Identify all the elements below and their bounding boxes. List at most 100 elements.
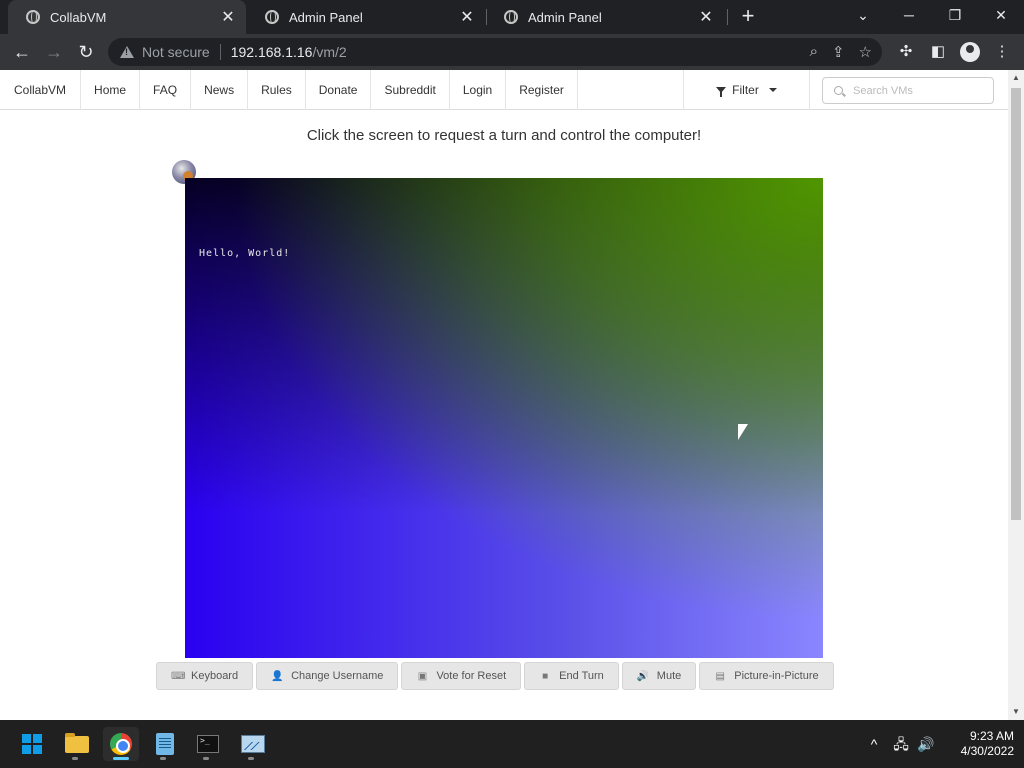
vote-reset-button[interactable]: ▣ Vote for Reset <box>401 662 522 690</box>
notepad-button[interactable] <box>147 727 183 761</box>
pip-label: Picture-in-Picture <box>734 670 819 682</box>
nav-home[interactable]: Home <box>81 70 141 110</box>
folder-icon <box>65 733 89 753</box>
running-indicator <box>203 757 209 760</box>
forward-arrow-icon[interactable]: → <box>42 40 66 64</box>
zoom-icon[interactable]: ⌕ <box>810 43 818 61</box>
mute-button[interactable]: 🔊 Mute <box>621 662 697 690</box>
nav-faq[interactable]: FAQ <box>140 70 192 110</box>
running-indicator <box>160 757 166 760</box>
clock-time: 9:23 AM <box>969 729 1014 743</box>
speaker-icon: 🔊 <box>636 670 650 682</box>
start-button[interactable] <box>14 727 50 761</box>
chrome-icon <box>110 733 132 755</box>
active-indicator <box>113 757 129 760</box>
file-explorer-button[interactable] <box>59 727 95 761</box>
nav-rules[interactable]: Rules <box>248 70 306 110</box>
caret-down-icon <box>768 88 777 92</box>
keyboard-label: Keyboard <box>191 670 239 682</box>
clock-date: 4/30/2022 <box>960 744 1014 758</box>
browser-toolbar: ← → ↻ Not secure 192.168.1.16 /vm/2 ⌕ ⇪ … <box>0 34 1024 70</box>
security-label[interactable]: Not secure <box>142 44 210 60</box>
globe-icon <box>265 10 279 24</box>
search-box[interactable] <box>822 77 994 104</box>
tab-admin-panel-2[interactable]: Admin Panel ✕ <box>486 0 724 34</box>
share-icon[interactable]: ⇪ <box>832 43 845 61</box>
nav-subreddit[interactable]: Subreddit <box>371 70 450 110</box>
globe-icon <box>26 10 40 24</box>
browser-tab-strip: CollabVM ✕ Admin Panel ✕ Admin Panel ✕ +… <box>0 0 1024 34</box>
terminal-button[interactable] <box>190 727 226 761</box>
profile-icon[interactable] <box>958 40 982 64</box>
close-window-icon[interactable]: ✕ <box>978 0 1024 30</box>
vote-reset-label: Vote for Reset <box>436 670 507 682</box>
star-icon[interactable]: ☆ <box>859 43 872 61</box>
network-icon[interactable]: 🖧 <box>891 720 911 768</box>
volume-icon[interactable]: 🔊 <box>916 720 936 768</box>
tab-title: Admin Panel <box>528 9 602 25</box>
filter-icon <box>716 87 727 97</box>
search-input[interactable] <box>853 84 983 97</box>
tab-admin-panel-1[interactable]: Admin Panel ✕ <box>247 0 485 34</box>
terminal-icon <box>197 735 219 753</box>
end-turn-button[interactable]: ■ End Turn <box>524 662 619 690</box>
keyboard-icon: ⌨ <box>171 670 186 682</box>
warning-icon[interactable] <box>120 46 134 58</box>
monitor-icon <box>241 735 265 753</box>
notepad-icon <box>156 733 174 755</box>
new-tab-icon[interactable]: + <box>736 4 760 28</box>
windows-logo-icon <box>22 734 42 754</box>
turn-instruction: Click the screen to request a turn and c… <box>306 127 702 144</box>
filter-dropdown[interactable]: Filter <box>683 70 810 110</box>
address-actions: ⌕ ⇪ ☆ <box>810 43 872 61</box>
minimize-icon[interactable]: ─ <box>886 0 932 30</box>
chevron-up-icon[interactable]: ^ <box>864 720 884 768</box>
nav-register[interactable]: Register <box>506 70 578 110</box>
keyboard-button[interactable]: ⌨ Keyboard <box>156 662 254 690</box>
close-tab-icon[interactable]: ✕ <box>218 7 238 27</box>
running-indicator <box>248 757 254 760</box>
back-arrow-icon[interactable]: ← <box>10 40 34 64</box>
stop-icon: ■ <box>542 670 549 682</box>
change-username-button[interactable]: 👤 Change Username <box>256 662 399 690</box>
tab-collabvm[interactable]: CollabVM ✕ <box>8 0 246 34</box>
running-indicator <box>72 757 78 760</box>
url-host: 192.168.1.16 <box>230 44 313 60</box>
vm-console-text: Hello, World! <box>199 248 291 259</box>
nav-news[interactable]: News <box>191 70 249 110</box>
chevron-down-icon[interactable]: ⌄ <box>840 0 886 30</box>
address-divider <box>219 44 221 60</box>
scroll-up-icon[interactable]: ▲ <box>1008 70 1024 86</box>
page-viewport: CollabVM Home FAQ News Rules Donate Subr… <box>0 70 1024 720</box>
change-username-label: Change Username <box>291 670 384 682</box>
taskbar: ^ 🖧 🔊 9:23 AM 4/30/2022 <box>0 720 1024 768</box>
search-icon <box>834 86 843 95</box>
resource-monitor-button[interactable] <box>235 727 271 761</box>
system-clock[interactable]: 9:23 AM 4/30/2022 <box>934 729 1014 759</box>
tab-title: CollabVM <box>50 9 107 25</box>
vote-icon: ▣ <box>417 670 428 682</box>
close-tab-icon[interactable]: ✕ <box>696 7 716 27</box>
reload-icon[interactable]: ↻ <box>74 40 98 64</box>
site-navbar: CollabVM Home FAQ News Rules Donate Subr… <box>0 70 1008 110</box>
url-path: /vm/2 <box>312 44 347 60</box>
more-menu-icon[interactable]: ⋮ <box>990 40 1014 64</box>
end-turn-label: End Turn <box>559 670 604 682</box>
picture-in-picture-button[interactable]: ▤ Picture-in-Picture <box>699 662 834 690</box>
tab-title: Admin Panel <box>289 9 363 25</box>
nav-login[interactable]: Login <box>450 70 507 110</box>
scroll-down-icon[interactable]: ▼ <box>1008 704 1024 720</box>
pip-icon: ▤ <box>715 670 725 682</box>
restore-icon[interactable]: ❐ <box>932 0 978 30</box>
vm-display[interactable]: Hello, World! <box>185 178 823 658</box>
filter-label: Filter <box>732 83 759 97</box>
chrome-button[interactable] <box>103 727 139 761</box>
extensions-icon[interactable]: ✣ <box>894 40 918 64</box>
scrollbar-thumb[interactable] <box>1011 88 1021 520</box>
nav-donate[interactable]: Donate <box>306 70 372 110</box>
close-tab-icon[interactable]: ✕ <box>457 7 477 27</box>
page-scrollbar[interactable]: ▲ ▼ <box>1008 70 1024 720</box>
site-brand[interactable]: CollabVM <box>0 70 82 110</box>
address-bar[interactable]: Not secure 192.168.1.16 /vm/2 ⌕ ⇪ ☆ <box>108 38 882 66</box>
side-panel-icon[interactable]: ◧ <box>926 40 950 64</box>
